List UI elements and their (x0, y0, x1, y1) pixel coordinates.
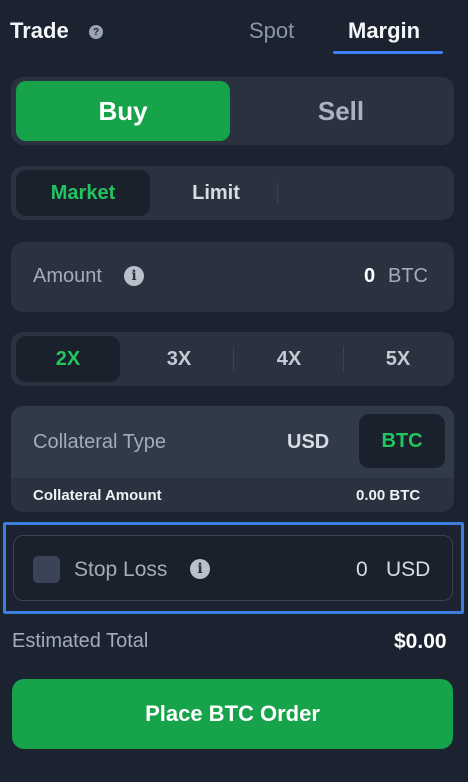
estimated-total-label: Estimated Total (12, 630, 149, 652)
place-order-button[interactable]: Place BTC Order (12, 679, 453, 749)
help-icon[interactable]: ? (89, 25, 103, 39)
tab-spot[interactable]: Spot (249, 18, 294, 44)
stop-loss-unit: USD (386, 558, 431, 581)
amount-value[interactable]: 0 (364, 265, 375, 288)
collateral-amount-value: 0.00 BTC (356, 487, 421, 504)
amount-info-icon[interactable]: i (124, 266, 144, 286)
stop-loss-value[interactable]: 0 (356, 558, 368, 582)
page-title: Trade (10, 18, 69, 43)
divider (277, 182, 278, 204)
estimated-total-value: $0.00 (394, 630, 447, 653)
limit-button[interactable]: Limit (152, 170, 280, 216)
leverage-2x-button[interactable]: 2X (16, 336, 120, 382)
collateral-amount-label: Collateral Amount (33, 487, 162, 504)
collateral-usd-button[interactable]: USD (287, 431, 329, 454)
leverage-3x-button[interactable]: 3X (127, 336, 231, 382)
amount-label: Amount (33, 265, 102, 287)
divider (233, 346, 234, 372)
amount-unit: BTC (388, 265, 428, 287)
collateral-btc-button[interactable]: BTC (359, 414, 445, 468)
market-button[interactable]: Market (16, 170, 150, 216)
stop-loss-label: Stop Loss (74, 558, 168, 581)
divider (343, 346, 344, 372)
stop-loss-checkbox[interactable] (33, 556, 60, 583)
buy-button[interactable]: Buy (16, 81, 230, 141)
sell-button[interactable]: Sell (232, 81, 450, 141)
leverage-4x-button[interactable]: 4X (237, 336, 341, 382)
collateral-type-label: Collateral Type (33, 431, 167, 453)
tab-margin[interactable]: Margin (348, 18, 420, 44)
active-tab-indicator (333, 51, 443, 54)
stop-loss-info-icon[interactable]: i (190, 559, 210, 579)
leverage-5x-button[interactable]: 5X (346, 336, 450, 382)
